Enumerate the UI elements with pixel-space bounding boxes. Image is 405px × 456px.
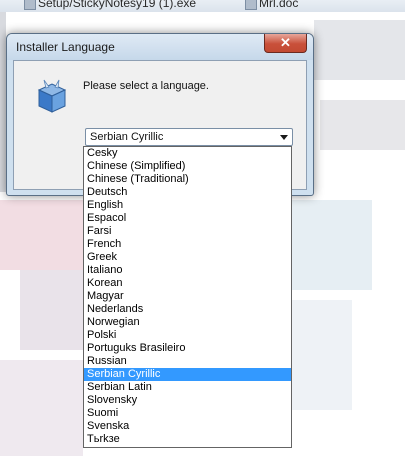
language-option[interactable]: Polski (84, 329, 291, 342)
language-options-list[interactable]: Cesky Chinese (Simplified) Chinese (Tradit… (83, 146, 292, 448)
background-tile (314, 20, 405, 80)
chevron-down-icon[interactable] (279, 132, 289, 142)
language-option[interactable]: Nederlands (84, 303, 291, 316)
language-option[interactable]: Greek (84, 251, 291, 264)
title-bar[interactable]: Installer Language ✕ (7, 34, 313, 60)
language-option[interactable]: Cesky (84, 147, 291, 160)
language-option[interactable]: Espacol (84, 212, 291, 225)
language-option[interactable]: Serbian Cyrillic (84, 368, 291, 381)
background-tile (292, 300, 352, 410)
language-option[interactable]: Farsi (84, 225, 291, 238)
language-option[interactable]: Tьrkзe (84, 433, 291, 446)
window-title: Installer Language (16, 40, 115, 54)
language-select[interactable]: Serbian Cyrillic (85, 128, 293, 146)
language-option[interactable]: French (84, 238, 291, 251)
language-option[interactable]: Korean (84, 277, 291, 290)
language-option[interactable]: Deutsch (84, 186, 291, 199)
installer-box-icon (37, 79, 67, 113)
file-icon (24, 0, 36, 10)
language-option[interactable]: Svenska (84, 420, 291, 433)
background-tile (0, 200, 83, 270)
close-button[interactable]: ✕ (264, 34, 307, 53)
language-option[interactable]: Magyar (84, 290, 291, 303)
background-file-name[interactable]: Mrl.doc (259, 0, 298, 9)
language-option[interactable]: English (84, 199, 291, 212)
language-option[interactable]: Chinese (Simplified) (84, 160, 291, 173)
background-tile (320, 100, 405, 150)
language-option[interactable]: Italiano (84, 264, 291, 277)
background-tile (20, 270, 83, 350)
language-prompt: Please select a language. (83, 80, 209, 92)
background-tile (292, 200, 372, 290)
close-icon: ✕ (280, 35, 291, 50)
language-option[interactable]: Slovensky (84, 394, 291, 407)
language-option[interactable]: Suomi (84, 407, 291, 420)
language-select-value: Serbian Cyrillic (90, 131, 164, 143)
file-icon (245, 0, 257, 10)
background-file-strip: Setup/StickyNotesy19 (1).exe Mrl.doc (0, 0, 405, 12)
language-option[interactable]: Chinese (Traditional) (84, 173, 291, 186)
background-tile (0, 360, 83, 456)
background-file-name[interactable]: Setup/StickyNotesy19 (1).exe (38, 0, 196, 9)
language-option[interactable]: Russian (84, 355, 291, 368)
language-option[interactable]: Norwegian (84, 316, 291, 329)
language-option[interactable]: Portugukѕ Brasileiro (84, 342, 291, 355)
language-option[interactable]: Serbian Latin (84, 381, 291, 394)
